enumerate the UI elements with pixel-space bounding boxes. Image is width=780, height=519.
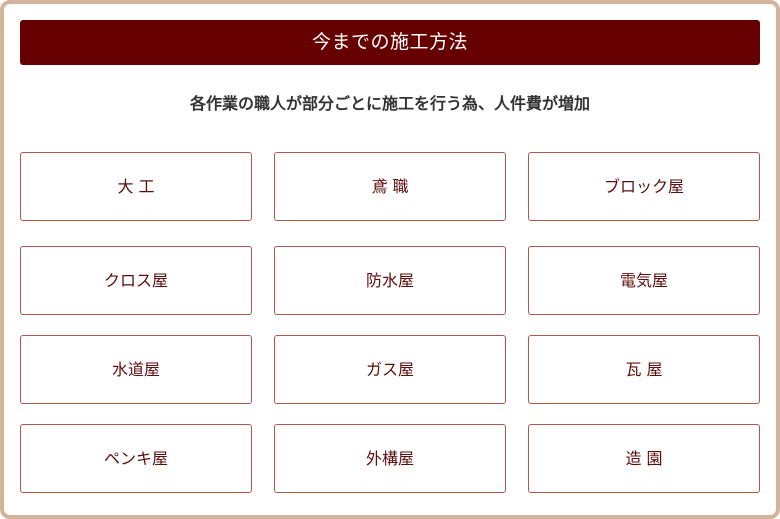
- section-header: 今までの施工方法: [20, 20, 760, 65]
- trade-item[interactable]: 鳶 職: [274, 152, 506, 221]
- trade-item[interactable]: 外構屋: [274, 424, 506, 493]
- trade-item[interactable]: 造 園: [528, 424, 760, 493]
- trade-item[interactable]: 大 工: [20, 152, 252, 221]
- trade-item[interactable]: ペンキ屋: [20, 424, 252, 493]
- trade-item[interactable]: ブロック屋: [528, 152, 760, 221]
- trade-item[interactable]: 防水屋: [274, 246, 506, 315]
- trade-item[interactable]: 水道屋: [20, 335, 252, 404]
- trade-item[interactable]: クロス屋: [20, 246, 252, 315]
- trade-item[interactable]: 電気屋: [528, 246, 760, 315]
- trade-item[interactable]: ガス屋: [274, 335, 506, 404]
- section-subtitle: 各作業の職人が部分ごとに施工を行う為、人件費が増加: [189, 94, 590, 113]
- trade-item[interactable]: 瓦 屋: [528, 335, 760, 404]
